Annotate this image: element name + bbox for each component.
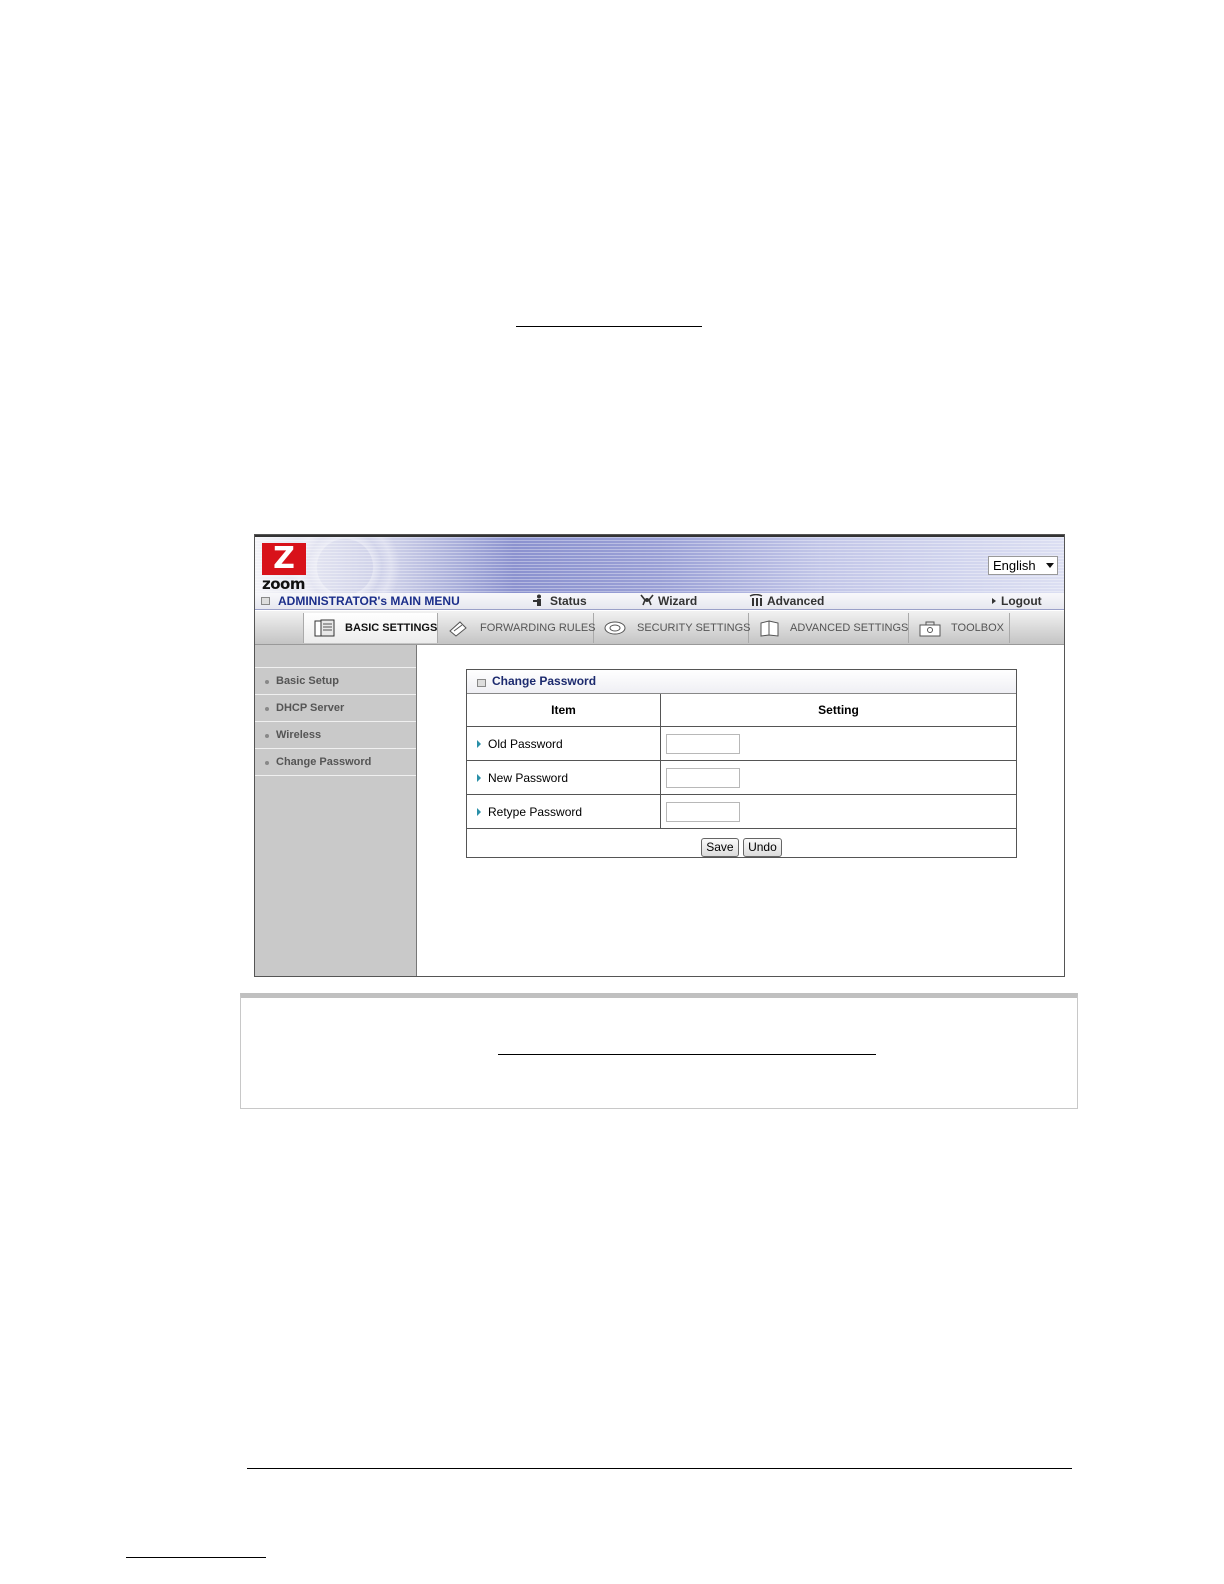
row-label-cell: New Password	[467, 760, 661, 795]
logout-label: Logout	[1001, 594, 1042, 608]
advanced-label: Advanced	[767, 594, 825, 608]
column-header-setting: Setting	[660, 694, 1016, 727]
wizard-label: Wizard	[658, 594, 698, 608]
tab-forwarding-rules[interactable]: FORWARDING RULES	[438, 613, 596, 643]
button-row: Save Undo	[467, 829, 1016, 864]
tab-label: ADVANCED SETTINGS	[790, 622, 909, 634]
window-icon	[477, 679, 486, 687]
tab-label: BASIC SETTINGS	[345, 622, 438, 634]
table-row: New Password	[467, 760, 1016, 795]
logout-link[interactable]: Logout	[992, 594, 1042, 609]
tab-label: SECURITY SETTINGS	[637, 622, 751, 634]
retype-password-label: Retype Password	[488, 804, 583, 819]
logo-word: zoom	[262, 575, 305, 593]
tab-security-settings[interactable]: SECURITY SETTINGS	[594, 613, 751, 643]
row-setting-cell	[660, 794, 1016, 829]
table-header-row: Item Setting	[467, 694, 1016, 727]
panel-header: Change Password	[467, 670, 1016, 694]
toolbox-icon	[919, 621, 941, 637]
bullet-icon	[265, 761, 269, 765]
tab-advanced-settings[interactable]: ADVANCED SETTINGS	[749, 613, 909, 643]
bullet-icon	[265, 707, 269, 711]
save-button[interactable]: Save	[701, 837, 739, 857]
row-setting-cell	[660, 760, 1016, 795]
documents-icon	[314, 619, 335, 637]
panel-title: Change Password	[492, 674, 597, 688]
bullet-icon	[265, 734, 269, 738]
change-password-panel: Change Password Item Setting Old Passwor…	[466, 669, 1017, 858]
banner: Z zoom English	[255, 535, 1064, 593]
shield-icon	[604, 621, 626, 635]
admin-main-menu-title: ADMINISTRATOR's MAIN MENU	[278, 594, 460, 608]
tab-basic-settings[interactable]: BASIC SETTINGS	[303, 613, 438, 643]
person-icon	[533, 594, 541, 606]
chevron-right-icon	[992, 598, 996, 604]
wizard-link[interactable]: Wizard	[640, 594, 697, 609]
footer-link-underline[interactable]	[126, 1557, 266, 1558]
status-link[interactable]: Status	[532, 594, 587, 609]
column-header-item: Item	[467, 694, 661, 727]
wizard-icon	[640, 594, 654, 606]
tab-label: TOOLBOX	[951, 622, 1004, 634]
table-row: Old Password	[467, 726, 1016, 761]
password-table: Item Setting Old Password New Password R…	[467, 694, 1016, 829]
note-link-underline[interactable]	[498, 1054, 876, 1055]
tab-label: FORWARDING RULES	[480, 622, 596, 634]
old-password-input[interactable]	[666, 733, 740, 754]
book-icon	[760, 620, 779, 637]
arrow-right-icon	[477, 807, 481, 816]
row-label-cell: Retype Password	[467, 794, 661, 829]
table-row: Retype Password	[467, 794, 1016, 829]
hyperlink-underline[interactable]	[516, 326, 702, 327]
arrow-right-icon	[477, 739, 481, 748]
old-password-label: Old Password	[488, 736, 563, 751]
sidebar-item-label: DHCP Server	[276, 702, 345, 714]
status-label: Status	[550, 594, 587, 608]
left-sidebar: Basic Setup DHCP Server Wireless Change …	[255, 645, 417, 976]
sidebar-item-basic-setup[interactable]: Basic Setup	[255, 668, 416, 695]
window-icon	[261, 597, 270, 605]
sidebar-item-label: Wireless	[276, 729, 322, 741]
new-password-input[interactable]	[666, 767, 740, 788]
chevron-down-icon	[1046, 563, 1054, 568]
tab-toolbox[interactable]: TOOLBOX	[909, 613, 1010, 643]
sidebar-item-dhcp-server[interactable]: DHCP Server	[255, 695, 416, 722]
sidebar-item-label: Basic Setup	[276, 675, 339, 687]
logo-letter: Z	[262, 543, 306, 575]
router-admin-screenshot: Z zoom English ADMINISTRATOR's MAIN MENU…	[254, 534, 1065, 977]
undo-button[interactable]: Undo	[743, 837, 782, 857]
row-setting-cell	[660, 726, 1016, 761]
main-menubar: ADMINISTRATOR's MAIN MENU Status Wizard …	[255, 593, 1064, 610]
language-select[interactable]: English	[988, 556, 1058, 575]
advanced-icon	[749, 594, 763, 606]
row-label-cell: Old Password	[467, 726, 661, 761]
forwarding-icon	[449, 621, 467, 637]
advanced-link[interactable]: Advanced	[749, 594, 824, 609]
zoom-logo: Z zoom	[260, 541, 312, 593]
sidebar-item-label: Change Password	[276, 756, 372, 768]
new-password-label: New Password	[488, 770, 569, 785]
footer-rule	[247, 1468, 1072, 1469]
retype-password-input[interactable]	[666, 801, 740, 822]
language-value: English	[993, 558, 1036, 573]
arrow-right-icon	[477, 773, 481, 782]
sidebar-item-wireless[interactable]: Wireless	[255, 722, 416, 749]
sidebar-spacer	[255, 645, 416, 668]
bullet-icon	[265, 680, 269, 684]
sidebar-item-change-password[interactable]: Change Password	[255, 749, 416, 776]
note-box	[240, 993, 1078, 1109]
top-tabs: BASIC SETTINGS FORWARDING RULES SECURITY…	[255, 611, 1064, 645]
